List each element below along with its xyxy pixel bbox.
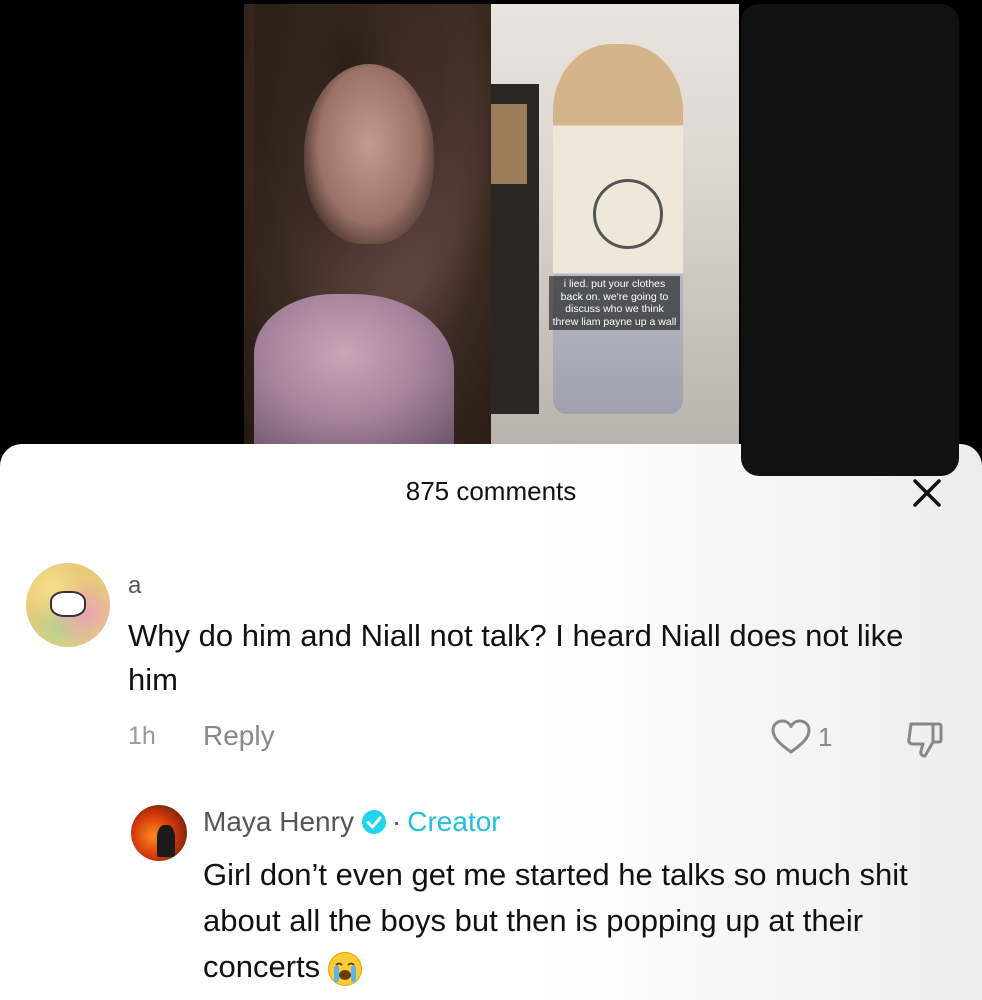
comments-count-title: 875 comments (405, 476, 577, 506)
wood-panel (491, 104, 527, 184)
hand-shape (254, 294, 454, 444)
comment-timestamp: 1h (128, 722, 156, 750)
avatar[interactable] (131, 805, 187, 861)
reply-text: Girl don’t even get me started he talks … (203, 857, 908, 984)
avatar-figure (157, 825, 175, 857)
reply-username[interactable]: Maya Henry (203, 806, 354, 838)
video-caption: i lied. put your clothes back on. we're … (549, 276, 680, 330)
creator-label: Creator (407, 806, 501, 837)
cow-illustration (50, 591, 86, 617)
separator-dot: · (391, 806, 402, 837)
close-icon[interactable] (910, 476, 944, 510)
avatar[interactable] (26, 563, 110, 647)
reply-header: Maya Henry · Creator (203, 806, 501, 838)
reply-text-block: Girl don’t even get me started he talks … (203, 852, 923, 990)
video-third-panel[interactable] (741, 4, 959, 476)
reply-button[interactable]: Reply (203, 720, 275, 752)
thumbs-down-icon[interactable] (905, 718, 945, 760)
like-count: 1 (818, 722, 833, 752)
video-left-panel[interactable] (244, 4, 491, 444)
comment-text: Why do him and Niall not talk? I heard N… (128, 618, 904, 697)
heart-outline-icon[interactable] (770, 718, 812, 756)
verified-badge-icon (361, 810, 386, 834)
face-shape (304, 64, 434, 244)
comment-username[interactable]: a (128, 572, 141, 600)
video-right-panel[interactable]: i lied. put your clothes back on. we're … (491, 4, 739, 444)
loudly-crying-face-icon (328, 951, 363, 986)
shirt-logo (593, 179, 663, 249)
